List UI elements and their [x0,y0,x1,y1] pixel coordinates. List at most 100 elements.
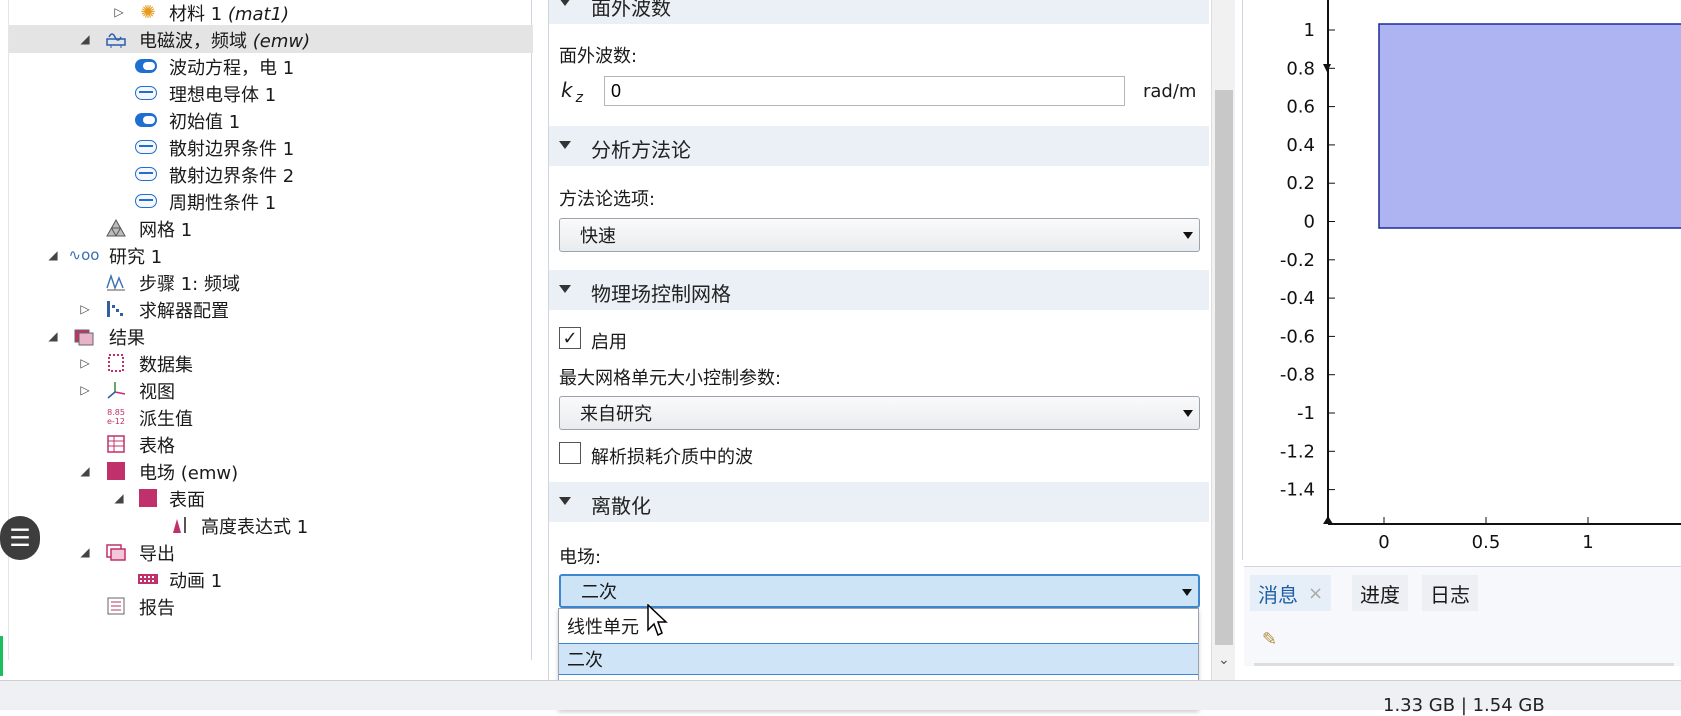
x-tick-label: 0.5 [1472,532,1501,553]
tab-log[interactable]: 日志 [1422,575,1478,611]
graphics-window[interactable]: 1 0.8 0.6 0.4 0.2 0 -0.2 -0.4 -0.6 -0.8 -1 -1.2 -1.4… [1242,0,1681,560]
max-size-select[interactable]: 来自研究 [559,396,1200,430]
lossy-media-checkbox[interactable] [559,442,581,464]
divider [1254,663,1674,666]
section-physics-mesh[interactable]: 物理场控制网格 [549,270,1209,310]
efield-select[interactable]: 二次 [559,574,1200,608]
height-expression-icon [169,515,191,535]
tree-item-label: 动画 1 [169,571,223,592]
solver-config-icon [105,299,127,319]
tree-item-solver-config[interactable]: ▷ 求解器配置 [9,295,533,323]
collapse-icon[interactable]: ◢ [79,464,91,478]
section-title: 离散化 [591,494,651,518]
enable-label: 启用 [591,332,627,353]
expand-icon[interactable]: ▷ [79,356,91,370]
material-icon: ✺ [140,1,156,23]
tree-item-views[interactable]: ▷ 视图 [9,376,533,404]
efield-select-value: 二次 [581,582,617,603]
y-tick-label: -0.4 [1280,288,1315,309]
tree-item-label: 研究 1 [109,247,163,268]
tree-item-derived-values[interactable]: 8.85 e-12 派生值 [9,403,533,431]
tree-item-wave-equation[interactable]: 波动方程，电 1 [9,52,533,80]
y-axis-arrow-icon [1323,516,1333,524]
surface-plot-icon [137,488,159,508]
tree-item-report[interactable]: 报告 [9,592,533,620]
tree-item-label: 派生值 [139,409,193,430]
tab-progress[interactable]: 进度 [1352,575,1408,611]
collapse-icon[interactable]: ◢ [79,32,91,46]
expand-icon[interactable]: ▷ [113,5,125,19]
chevron-down-icon [559,141,571,149]
x-tick-label: 1 [1582,532,1593,553]
model-builder-tree: ▷ ✺ 材料 1 (mat1) ◢ 电磁波，频域 (emw) 波动方程，电 1 … [8,0,533,660]
list-icon: ☰ [9,524,31,552]
tree-item-emw[interactable]: ◢ 电磁波，频域 (emw) [9,25,533,53]
tree-item-label: 散射边界条件 2 [169,166,295,187]
enable-checkbox[interactable]: ✓ [559,327,581,349]
tree-item-surface[interactable]: ◢ 表面 [9,484,533,512]
tree-item-animation[interactable]: 动画 1 [9,565,533,593]
dropdown-arrow-icon [1182,589,1192,596]
kz-input[interactable] [604,76,1125,106]
mesh-icon [105,218,127,238]
messages-panel: 消息 × 进度 日志 ✎ [1244,566,1681,666]
close-icon[interactable]: × [1308,583,1323,604]
tree-item-scattering-2[interactable]: 散射边界条件 2 [9,160,533,188]
tree-item-initial-values[interactable]: 初始值 1 [9,106,533,134]
tree-item-pec[interactable]: 理想电导体 1 [9,79,533,107]
collapse-icon[interactable]: ◢ [47,248,59,262]
tree-item-label: 散射边界条件 1 [169,139,295,160]
y-tick-label: -1 [1297,403,1315,424]
tab-label: 消息 [1258,582,1298,607]
settings-panel: 面外波数 面外波数: kz rad/m 分析方法论 方法论选项: 快速 物理场控… [548,0,1238,680]
tree-item-export[interactable]: ◢ 导出 [9,538,533,566]
collapse-icon[interactable]: ◢ [79,545,91,559]
tree-item-label: 报告 [139,598,175,619]
y-tick-label: 0.8 [1286,58,1315,79]
tree-item-label: 周期性条件 1 [169,193,277,214]
tree-item-study[interactable]: ◢ ∿oo 研究 1 [9,241,533,269]
taskbar-accent [0,636,3,676]
dataset-icon [105,353,127,373]
y-tick-label: -0.6 [1280,326,1315,347]
y-tick-labels: 1 0.8 0.6 0.4 0.2 0 -0.2 -0.4 -0.6 -0.8 -1 -1.2 -1.4 [1280,20,1335,501]
tree-item-label: 表面 [169,490,205,511]
plot-canvas[interactable]: 1 0.8 0.6 0.4 0.2 0 -0.2 -0.4 -0.6 -0.8 -1 -1.2 -1.4… [1243,0,1681,560]
section-analysis[interactable]: 分析方法论 [549,126,1209,166]
tree-item-label: 求解器配置 [139,301,229,322]
tree-item-periodic[interactable]: 周期性条件 1 [9,187,533,215]
scroll-down-icon[interactable]: ⌄ [1218,652,1230,668]
tree-item-scattering-1[interactable]: 散射边界条件 1 [9,133,533,161]
out-of-plane-label: 面外波数: [559,46,638,67]
tree-item-results[interactable]: ◢ 结果 [9,322,533,350]
tree-item-height-expression[interactable]: 高度表达式 1 [9,511,533,539]
study-icon: ∿oo [68,246,100,264]
tree-item-datasets[interactable]: ▷ 数据集 [9,349,533,377]
tab-messages[interactable]: 消息 × [1250,575,1332,611]
clear-icon[interactable]: ✎ [1262,629,1277,650]
tree-item-material-1[interactable]: ▷ ✺ 材料 1 (mat1) [9,0,533,26]
method-label: 方法论选项: [559,189,656,210]
section-out-of-plane[interactable]: 面外波数 [549,0,1209,24]
tab-label: 日志 [1430,582,1470,607]
y-tick-label: 1 [1304,20,1315,41]
max-size-label: 最大网格单元大小控制参数: [559,368,782,389]
collapse-icon[interactable]: ◢ [113,491,125,505]
lossy-media-label: 解析损耗介质中的波 [591,447,753,468]
collapse-icon[interactable]: ◢ [47,329,59,343]
section-discretization[interactable]: 离散化 [549,482,1209,522]
tree-item-step-1[interactable]: 步骤 1: 频域 [9,268,533,296]
mouse-cursor-icon [647,604,668,637]
tree-item-efield-plot[interactable]: ◢ 电场 (emw) [9,457,533,485]
boundary-feature-icon [135,83,157,103]
tree-item-mesh[interactable]: 网格 1 [9,214,533,242]
settings-scrollbar[interactable]: ⌄ [1211,0,1235,680]
method-select[interactable]: 快速 [559,218,1200,252]
expand-icon[interactable]: ▷ [79,383,91,397]
floating-menu-button[interactable]: ☰ [0,516,40,560]
scrollbar-thumb[interactable] [1215,90,1233,645]
tree-item-tables[interactable]: 表格 [9,430,533,458]
expand-icon[interactable]: ▷ [79,302,91,316]
dropdown-option-quadratic[interactable]: 二次 [559,643,1198,675]
export-icon [105,542,127,562]
